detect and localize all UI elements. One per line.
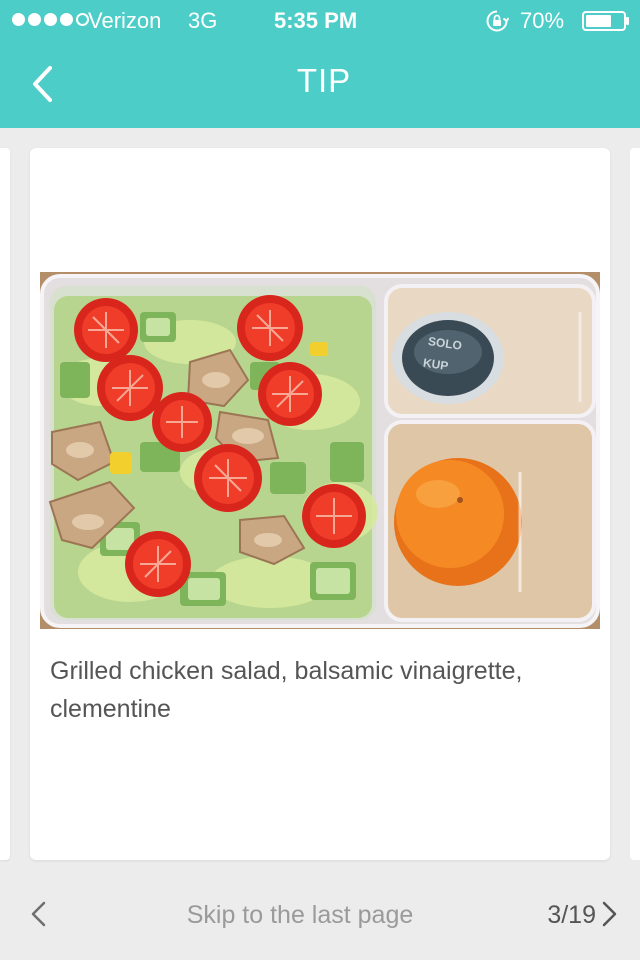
tip-photo: SOLO KUP xyxy=(40,272,600,629)
signal-dot xyxy=(44,13,57,26)
signal-dot xyxy=(28,13,41,26)
battery-fill xyxy=(586,15,611,27)
app-header: Verizon 3G 5:35 PM 70% TIP xyxy=(0,0,640,128)
signal-dot xyxy=(12,13,25,26)
navigation-bar: TIP xyxy=(0,40,640,128)
next-page-button[interactable] xyxy=(596,900,622,928)
status-time: 5:35 PM xyxy=(274,8,358,33)
battery-percent: 70% xyxy=(520,8,565,33)
tip-caption: Grilled chicken salad, balsamic vinaigre… xyxy=(50,657,523,723)
status-bar: Verizon 3G 5:35 PM 70% xyxy=(0,0,640,40)
page-title: TIP xyxy=(296,62,352,99)
skip-to-last-page-link[interactable]: Skip to the last page xyxy=(0,901,600,930)
page-counter: 3/19 xyxy=(547,901,596,929)
battery-icon xyxy=(582,11,629,31)
signal-strength-icon xyxy=(12,13,89,26)
lunch-box-salad-image: SOLO KUP xyxy=(40,272,600,629)
network-type: 3G xyxy=(188,8,218,33)
chevron-right-icon xyxy=(602,901,617,927)
pager-bar: Skip to the last page 3/19 xyxy=(0,872,640,960)
next-card-edge[interactable] xyxy=(630,148,640,860)
previous-card-edge[interactable] xyxy=(0,148,10,860)
tip-card: SOLO KUP Grilled chicken salad, balsamic… xyxy=(30,148,610,860)
signal-dot xyxy=(60,13,73,26)
rotation-lock-icon xyxy=(486,10,509,32)
carrier-name: Verizon xyxy=(88,8,162,33)
